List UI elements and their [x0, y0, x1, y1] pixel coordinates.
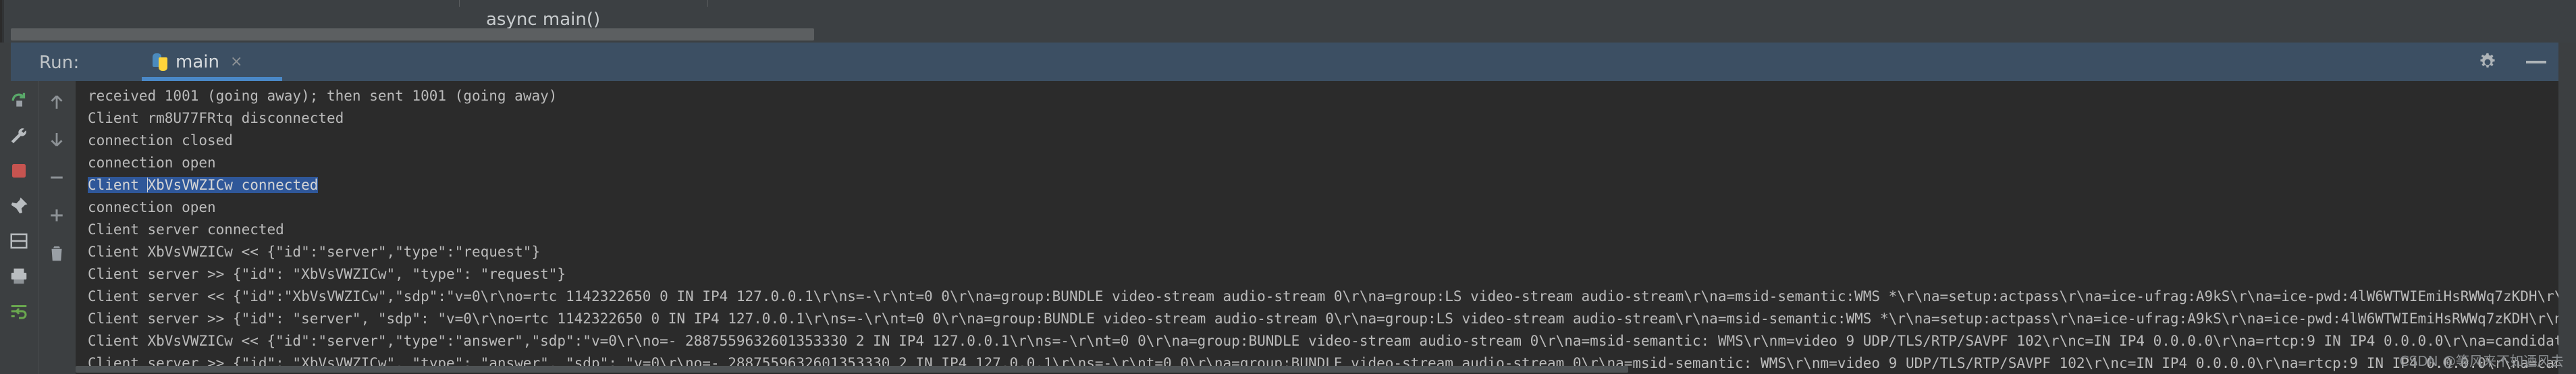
console-line-text: Client server >> {"id": "XbVsVWZICw", "t…	[88, 266, 566, 282]
gear-icon[interactable]	[2477, 52, 2498, 72]
watermark: CSDN @等风来不如迺风去	[2399, 353, 2564, 369]
printer-icon[interactable]	[9, 266, 29, 286]
console-line[interactable]: Client XbVsVWZICw << {"id":"server","typ…	[76, 241, 2576, 263]
console-line-text: Client server << {"id":"XbVsVWZICw","sdp…	[88, 288, 2576, 304]
run-label: Run:	[39, 53, 80, 73]
console-line-text: connection open	[88, 199, 216, 215]
pin-icon[interactable]	[9, 196, 29, 216]
console-line[interactable]: Client rm8U77FRtq disconnected	[76, 107, 2576, 130]
console-line[interactable]: Client server >> {"id": "server", "sdp":…	[76, 308, 2576, 330]
console-line[interactable]: received 1001 (going away); then sent 10…	[76, 85, 2576, 107]
editor-strip-right-edge	[2558, 0, 2576, 43]
selected-text[interactable]: XbVsVWZICw connected	[147, 177, 319, 193]
console-line-text: connection open	[88, 155, 216, 171]
stop-icon[interactable]	[9, 161, 29, 181]
run-header-left-rail	[0, 43, 11, 81]
console-line[interactable]: Client server >> {"id": "XbVsVWZICw", "t…	[76, 263, 2576, 286]
run-header-right-pad	[2558, 43, 2576, 81]
console-line-text: Client server >> {"id": "server", "sdp":…	[88, 311, 2576, 327]
layout-icon[interactable]	[9, 231, 29, 251]
tab-main[interactable]: main ×	[142, 43, 252, 81]
minimize-icon[interactable]	[2526, 60, 2546, 63]
console-line-text: Client XbVsVWZICw << {"id":"server","typ…	[88, 244, 541, 260]
console-line-text: Client XbVsVWZICw << {"id":"server","typ…	[88, 333, 2576, 349]
run-toolbar-secondary-icons	[38, 81, 76, 374]
breadcrumb[interactable]: async main()	[486, 9, 600, 30]
arrow-down-icon[interactable]	[47, 130, 67, 150]
minus-icon[interactable]	[47, 167, 67, 188]
softwrap-icon[interactable]	[9, 301, 29, 321]
console-line-text: connection closed	[88, 132, 233, 149]
console-line-text: Client rm8U77FRtq disconnected	[88, 110, 344, 126]
console-lines[interactable]: received 1001 (going away); then sent 10…	[76, 81, 2576, 374]
run-tool-window-header	[0, 43, 2576, 81]
editor-horizontal-scrollbar[interactable]	[11, 28, 814, 41]
rerun-icon[interactable]	[9, 90, 29, 111]
tab-title: main	[176, 51, 219, 72]
arrow-up-icon[interactable]	[47, 92, 67, 112]
console-line[interactable]: connection closed	[76, 130, 2576, 152]
breadcrumb-divider-right	[707, 0, 708, 7]
console-line-text: Client server connected	[88, 221, 284, 238]
breadcrumb-divider-left	[459, 0, 460, 7]
console-line[interactable]: Client XbVsVWZICw connected	[76, 174, 2576, 196]
console-line[interactable]: connection open	[76, 196, 2576, 219]
console-line[interactable]: Client server << {"id":"XbVsVWZICw","sdp…	[76, 286, 2576, 308]
console-line[interactable]: Client server connected	[76, 219, 2576, 241]
console-line-text: Client	[88, 177, 148, 193]
selection-highlight[interactable]: Client XbVsVWZICw connected	[88, 177, 319, 193]
console-horizontal-scrollbar[interactable]	[76, 366, 1628, 373]
console-line[interactable]: connection open	[76, 152, 2576, 174]
console-line-text: received 1001 (going away); then sent 10…	[88, 88, 558, 104]
run-toolbar-primary-icons	[0, 81, 38, 374]
plus-icon[interactable]	[47, 205, 67, 225]
editor-gutter-divider	[2, 0, 4, 43]
trash-icon[interactable]	[47, 243, 67, 263]
close-icon[interactable]: ×	[230, 53, 242, 70]
python-file-icon	[151, 53, 169, 71]
wrench-icon[interactable]	[9, 126, 29, 146]
console-right-edge	[2558, 81, 2576, 374]
console-line[interactable]: Client XbVsVWZICw << {"id":"server","typ…	[76, 330, 2576, 352]
